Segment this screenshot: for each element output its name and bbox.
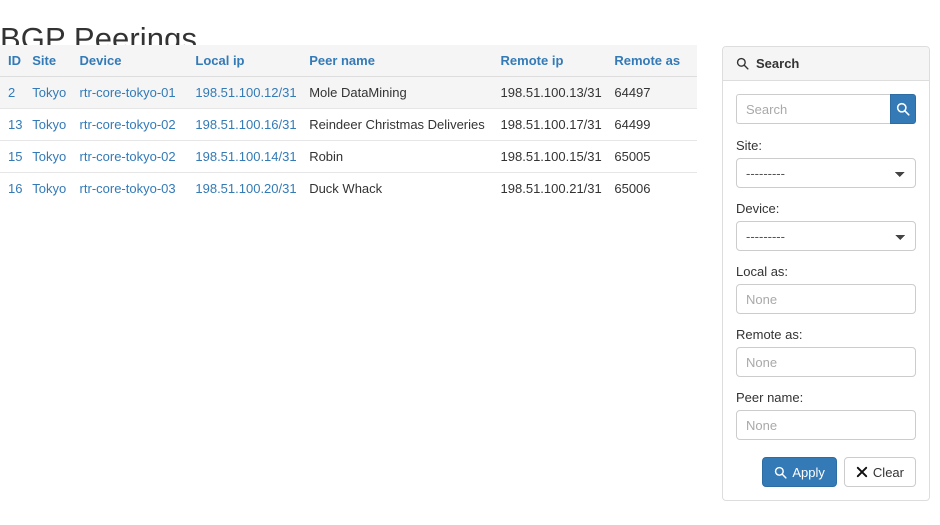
field-group-device: Device: --------- <box>736 201 916 251</box>
cell-remote-as: 64499 <box>614 108 697 141</box>
cell-peer-name: Duck Whack <box>309 172 501 204</box>
search-panel-body: Site: --------- Device: --------- Local … <box>723 81 929 500</box>
link-site[interactable]: Tokyo <box>32 181 66 196</box>
field-group-remote-as: Remote as: <box>736 327 916 377</box>
label-remote-as: Remote as: <box>736 327 803 342</box>
search-icon <box>736 57 749 70</box>
cell-peer-name: Mole DataMining <box>309 76 501 109</box>
cell-local-ip: 198.51.100.20/31 <box>195 172 310 204</box>
cell-device: rtr-core-tokyo-01 <box>79 76 196 109</box>
table-row[interactable]: 2 Tokyo rtr-core-tokyo-01 198.51.100.12/… <box>0 76 697 109</box>
search-icon <box>896 102 910 116</box>
search-panel: Search Site: ------- <box>722 46 930 501</box>
cell-remote-ip: 198.51.100.13/31 <box>500 76 615 109</box>
cell-remote-as: 64497 <box>614 76 697 109</box>
label-device: Device: <box>736 201 780 216</box>
table-row[interactable]: 13 Tokyo rtr-core-tokyo-02 198.51.100.16… <box>0 108 697 141</box>
search-panel-title: Search <box>756 56 800 71</box>
cell-site: Tokyo <box>32 172 80 204</box>
link-device[interactable]: rtr-core-tokyo-01 <box>80 85 176 100</box>
cell-id: 15 <box>0 140 33 173</box>
link-device[interactable]: rtr-core-tokyo-02 <box>80 149 176 164</box>
column-header-device[interactable]: Device <box>79 45 196 77</box>
table-header: ID Site Device Local ip Peer name Remote… <box>0 45 697 77</box>
label-peer-name: Peer name: <box>736 390 804 405</box>
column-header-site[interactable]: Site <box>32 45 80 77</box>
search-input[interactable] <box>736 94 890 124</box>
link-peering-id[interactable]: 15 <box>8 149 22 164</box>
column-header-remote-as[interactable]: Remote as <box>614 45 697 77</box>
local-as-input[interactable] <box>736 284 916 314</box>
cell-remote-ip: 198.51.100.17/31 <box>500 108 615 141</box>
device-select[interactable]: --------- <box>736 221 916 251</box>
column-header-peer-name[interactable]: Peer name <box>309 45 501 77</box>
column-header-local-ip[interactable]: Local ip <box>195 45 310 77</box>
cell-id: 2 <box>0 76 33 109</box>
link-device[interactable]: rtr-core-tokyo-02 <box>80 117 176 132</box>
peer-name-input[interactable] <box>736 410 916 440</box>
table-row[interactable]: 15 Tokyo rtr-core-tokyo-02 198.51.100.14… <box>0 140 697 173</box>
close-x-icon <box>856 466 868 478</box>
link-site[interactable]: Tokyo <box>32 85 66 100</box>
cell-device: rtr-core-tokyo-02 <box>79 108 196 141</box>
cell-site: Tokyo <box>32 140 80 173</box>
link-peering-id[interactable]: 13 <box>8 117 22 132</box>
cell-site: Tokyo <box>32 76 80 109</box>
clear-button[interactable]: Clear <box>843 457 916 487</box>
search-icon <box>774 466 787 479</box>
link-site[interactable]: Tokyo <box>32 117 66 132</box>
column-header-remote-ip[interactable]: Remote ip <box>500 45 615 77</box>
field-group-peer-name: Peer name: <box>736 390 916 440</box>
site-select[interactable]: --------- <box>736 158 916 188</box>
cell-local-ip: 198.51.100.16/31 <box>195 108 310 141</box>
remote-as-input[interactable] <box>736 347 916 377</box>
apply-button[interactable]: Apply <box>762 457 837 487</box>
cell-device: rtr-core-tokyo-02 <box>79 140 196 173</box>
quick-search-group <box>736 94 916 124</box>
cell-device: rtr-core-tokyo-03 <box>79 172 196 204</box>
cell-id: 13 <box>0 108 33 141</box>
search-panel-actions: Apply Clear <box>736 457 916 487</box>
search-submit-button[interactable] <box>889 94 916 124</box>
page-root: BGP Peerings ID Site Device Local ip Pee… <box>0 0 940 525</box>
search-panel-heading: Search <box>723 47 929 81</box>
apply-button-label: Apply <box>792 464 825 480</box>
link-peering-id[interactable]: 16 <box>8 181 22 196</box>
link-local-ip[interactable]: 198.51.100.20/31 <box>195 181 296 196</box>
bgp-peerings-table-container: ID Site Device Local ip Peer name Remote… <box>0 45 697 204</box>
link-local-ip[interactable]: 198.51.100.14/31 <box>195 149 296 164</box>
bgp-peerings-table: ID Site Device Local ip Peer name Remote… <box>0 45 697 204</box>
cell-remote-ip: 198.51.100.15/31 <box>500 140 615 173</box>
cell-peer-name: Robin <box>309 140 501 173</box>
link-local-ip[interactable]: 198.51.100.12/31 <box>195 85 296 100</box>
cell-remote-ip: 198.51.100.21/31 <box>500 172 615 204</box>
cell-site: Tokyo <box>32 108 80 141</box>
column-header-id[interactable]: ID <box>0 45 33 77</box>
clear-button-label: Clear <box>872 464 904 480</box>
link-local-ip[interactable]: 198.51.100.16/31 <box>195 117 296 132</box>
cell-id: 16 <box>0 172 33 204</box>
cell-peer-name: Reindeer Christmas Deliveries <box>309 108 501 141</box>
field-group-local-as: Local as: <box>736 264 916 314</box>
cell-local-ip: 198.51.100.12/31 <box>195 76 310 109</box>
link-site[interactable]: Tokyo <box>32 149 66 164</box>
cell-local-ip: 198.51.100.14/31 <box>195 140 310 173</box>
label-local-as: Local as: <box>736 264 789 279</box>
cell-remote-as: 65006 <box>614 172 697 204</box>
link-peering-id[interactable]: 2 <box>8 85 15 100</box>
field-group-site: Site: --------- <box>736 138 916 188</box>
link-device[interactable]: rtr-core-tokyo-03 <box>80 181 176 196</box>
table-body: 2 Tokyo rtr-core-tokyo-01 198.51.100.12/… <box>0 76 697 204</box>
cell-remote-as: 65005 <box>614 140 697 173</box>
table-header-row: ID Site Device Local ip Peer name Remote… <box>0 45 697 77</box>
table-row[interactable]: 16 Tokyo rtr-core-tokyo-03 198.51.100.20… <box>0 172 697 204</box>
label-site: Site: <box>736 138 763 153</box>
